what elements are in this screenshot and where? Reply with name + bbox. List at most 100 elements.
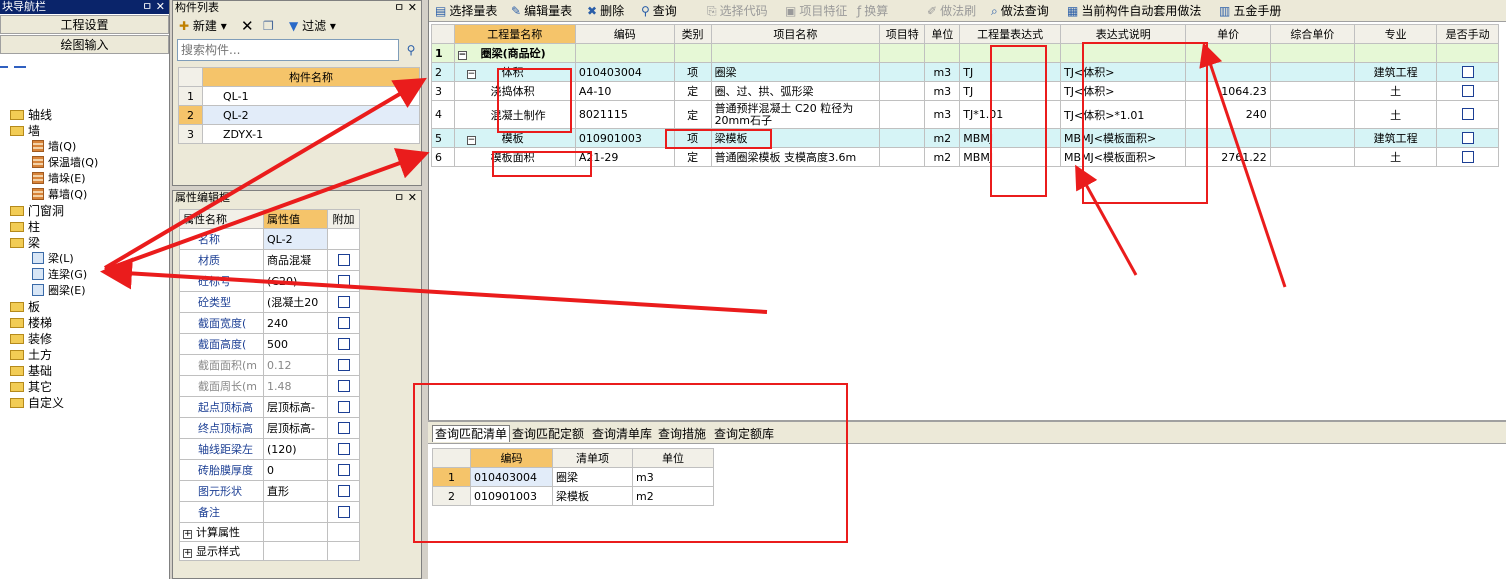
major-cell[interactable]	[1353, 43, 1438, 63]
property-value[interactable]: 0.12	[263, 354, 328, 376]
match-row[interactable]: 1 010403004 圈梁 m3	[432, 467, 714, 487]
price-cell[interactable]: 1064.23	[1185, 81, 1271, 101]
match-item[interactable]: 圈梁	[552, 467, 633, 487]
column-header[interactable]: 工程量表达式	[959, 24, 1062, 44]
tree-node[interactable]: 柱	[10, 219, 40, 235]
match-unit[interactable]: m3	[632, 467, 714, 487]
manual-checkbox[interactable]	[1461, 84, 1474, 97]
extra-checkbox[interactable]	[337, 379, 350, 392]
code-cell[interactable]: 8021115	[574, 100, 675, 129]
price-cell[interactable]	[1185, 62, 1271, 82]
property-value[interactable]: 直形	[263, 480, 328, 502]
expand-icon[interactable]: +	[183, 530, 192, 539]
price-cell[interactable]: 2761.22	[1185, 147, 1271, 167]
tree-node[interactable]: 装修	[10, 331, 52, 347]
major-cell[interactable]: 土	[1353, 81, 1438, 101]
composite-price-cell[interactable]	[1269, 81, 1356, 101]
feature-cell[interactable]	[879, 100, 926, 129]
category-cell[interactable]: 定	[673, 147, 712, 167]
toolbar-button[interactable]: ⎘ 选择代码	[707, 3, 768, 19]
query-tab[interactable]: 查询匹配清单	[432, 425, 511, 442]
property-group-row[interactable]: + 显示样式	[179, 541, 360, 561]
collapse-icon[interactable]: −	[466, 136, 476, 145]
toolbar-button[interactable]: ƒ 换算	[857, 3, 888, 19]
category-cell[interactable]: 定	[673, 81, 712, 101]
property-value[interactable]: 层顶标高-	[263, 417, 328, 439]
extra-checkbox[interactable]	[337, 463, 350, 476]
match-item[interactable]: 梁模板	[552, 486, 633, 506]
toolbar-button[interactable]: ⚲ 查询	[641, 3, 677, 19]
expression-cell[interactable]: TJ	[959, 81, 1062, 101]
match-row[interactable]: 2 010901003 梁模板 m2	[432, 486, 714, 506]
project-name-cell[interactable]	[710, 43, 881, 63]
tree-node[interactable]: 轴线	[10, 107, 52, 123]
extra-checkbox[interactable]	[337, 421, 350, 434]
pin-close-icon[interactable]: ㅁ ✕	[394, 1, 417, 15]
query-tab[interactable]: 查询定额库	[714, 426, 774, 442]
unit-cell[interactable]: m3	[924, 100, 961, 129]
pin-close-icon[interactable]: ㅁ ✕	[394, 191, 417, 205]
expand-icon[interactable]: +	[183, 549, 192, 558]
quantity-row[interactable]: 1− 圈梁(商品砼)	[431, 43, 1499, 63]
tree-node[interactable]: 土方	[10, 347, 52, 363]
property-value[interactable]	[263, 501, 328, 523]
search-icon[interactable]: ⚲	[401, 39, 421, 61]
property-value[interactable]: 500	[263, 333, 328, 355]
property-value[interactable]: 240	[263, 312, 328, 334]
column-header[interactable]: 项目特	[879, 24, 926, 44]
toolbar-button[interactable]: ✖ 删除	[587, 3, 624, 19]
tree-node[interactable]: 圈梁(E)	[32, 283, 86, 299]
extra-checkbox[interactable]	[337, 316, 350, 329]
extra-checkbox[interactable]	[337, 253, 350, 266]
manual-checkbox[interactable]	[1461, 108, 1474, 120]
query-tab[interactable]: 查询匹配定额	[512, 426, 584, 442]
quantity-name-cell[interactable]: − 圈梁(商品砼)	[453, 43, 576, 63]
toolbar-button[interactable]: ✎ 编辑量表	[511, 3, 572, 19]
code-cell[interactable]: A21-29	[574, 147, 675, 167]
extra-checkbox[interactable]	[337, 484, 350, 497]
query-tab[interactable]: 查询清单库	[592, 426, 652, 442]
unit-cell[interactable]: m3	[924, 62, 961, 82]
major-cell[interactable]: 土	[1353, 147, 1438, 167]
manual-checkbox[interactable]	[1461, 131, 1474, 144]
expression-cell[interactable]	[959, 43, 1062, 63]
column-header[interactable]: 综合单价	[1269, 24, 1356, 44]
property-value[interactable]: (120)	[263, 438, 328, 460]
query-tab[interactable]: 查询措施	[658, 426, 706, 442]
tree-node[interactable]: 板	[10, 299, 40, 315]
quantity-row[interactable]: 2 − 体积 010403004 项圈梁 m3 TJ TJ<体积> 建筑工程	[431, 62, 1499, 82]
tree-node[interactable]: 自定义	[10, 395, 64, 411]
toolbar-button[interactable]: ▣ 项目特征	[785, 3, 847, 19]
feature-cell[interactable]	[879, 43, 926, 63]
manual-checkbox[interactable]	[1461, 150, 1474, 163]
column-header[interactable]: 单位	[924, 24, 961, 44]
quantity-name-cell[interactable]: 模板面积	[453, 147, 576, 167]
extra-checkbox[interactable]	[337, 274, 350, 287]
price-cell[interactable]	[1185, 43, 1271, 63]
quantity-name-cell[interactable]: 浇捣体积	[453, 81, 576, 101]
column-header[interactable]: 专业	[1353, 24, 1438, 44]
quantity-row[interactable]: 3 浇捣体积 A4-10 定圈、过、拱、弧形梁 m3 TJ TJ<体积> 1064.23 土	[431, 81, 1499, 101]
collapse-all-icon[interactable]	[14, 58, 26, 68]
tree-node[interactable]: 门窗洞	[10, 203, 64, 219]
tree-node[interactable]: 墙(Q)	[32, 139, 76, 155]
collapse-icon[interactable]: −	[466, 70, 476, 79]
component-name[interactable]: QL-2	[202, 105, 420, 125]
tree-node[interactable]: 连梁(G)	[32, 267, 87, 283]
composite-price-cell[interactable]	[1269, 62, 1356, 82]
match-unit[interactable]: m2	[632, 486, 714, 506]
unit-cell[interactable]: m2	[924, 147, 961, 167]
expand-all-icon[interactable]	[0, 58, 8, 68]
match-code[interactable]: 010901003	[470, 486, 553, 506]
toolbar-button[interactable]: ▦ 当前构件自动套用做法	[1067, 3, 1201, 19]
tree-node[interactable]: 梁(L)	[32, 251, 74, 267]
new-button[interactable]: ✚ 新建 ▾	[179, 18, 227, 34]
quantity-name-cell[interactable]: 混凝土制作	[453, 100, 576, 129]
collapse-icon[interactable]: −	[457, 51, 467, 60]
major-cell[interactable]: 建筑工程	[1353, 62, 1438, 82]
expression-cell[interactable]: TJ*1.01	[959, 100, 1062, 129]
quantity-row[interactable]: 5 − 模板 010901003 项梁模板 m2 MBMJ MBMJ<模板面积> 建筑工程	[431, 128, 1499, 148]
column-header[interactable]: 编码	[574, 24, 675, 44]
quantity-name-cell[interactable]: − 体积	[453, 62, 576, 82]
quantity-row[interactable]: 6 模板面积 A21-29 定普通圈梁模板 支模高度3.6m m2 MBMJ MBMJ<模板…	[431, 147, 1499, 167]
